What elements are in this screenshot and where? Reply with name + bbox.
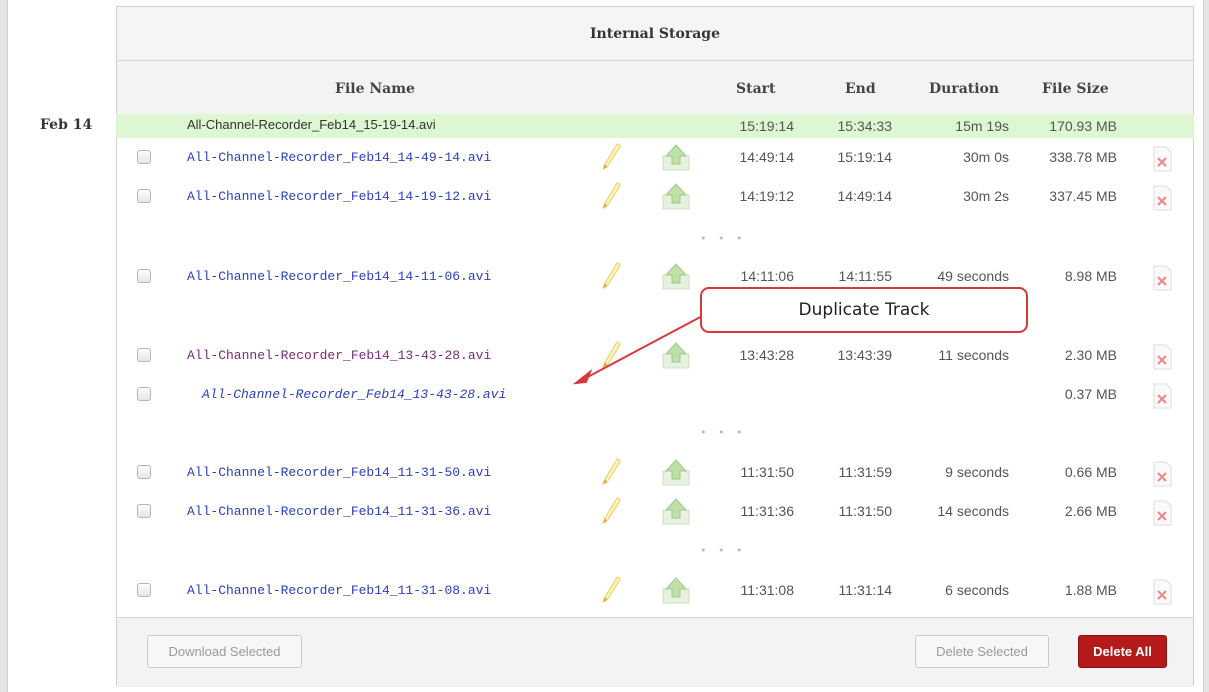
table-row: All-Channel-Recorder_Feb14_11-31-08.avi … (116, 575, 1194, 606)
delete-file-icon[interactable] (1150, 184, 1174, 212)
file-size: 2.30 MB (1064, 347, 1117, 363)
gap-ellipsis: • • • (700, 426, 747, 439)
file-name-link[interactable]: All-Channel-Recorder_Feb14_14-19-12.avi (187, 189, 491, 204)
delete-file-icon[interactable] (1150, 343, 1174, 371)
column-header-start[interactable]: Start (736, 81, 776, 97)
table-row: All-Channel-Recorder_Feb14_14-11-06.avi … (116, 261, 1194, 292)
table-row: All-Channel-Recorder_Feb14_11-31-50.avi … (116, 457, 1194, 488)
start-time: 11:31:08 (740, 582, 794, 598)
pencil-icon[interactable] (600, 340, 624, 368)
gap-ellipsis: • • • (700, 232, 747, 245)
table-row: All-Channel-Recorder_Feb14_11-31-36.avi … (116, 496, 1194, 527)
row-checkbox[interactable] (137, 387, 151, 401)
upload-arrow-icon[interactable] (661, 262, 691, 290)
delete-file-icon[interactable] (1150, 382, 1174, 410)
delete-file-icon[interactable] (1150, 264, 1174, 292)
duration: 49 seconds (937, 268, 1009, 284)
column-header-row: File Name Start End Duration File Size (117, 61, 1193, 116)
duration: 15m 19s (955, 118, 1009, 134)
file-name-link[interactable]: All-Channel-Recorder_Feb14_14-49-14.avi (187, 150, 491, 165)
file-size: 8.98 MB (1064, 268, 1117, 284)
table-row: All-Channel-Recorder_Feb14_13-43-28.avi … (116, 340, 1194, 371)
end-time: 13:43:39 (837, 347, 893, 363)
end-time: 11:31:59 (838, 464, 892, 480)
upload-arrow-icon[interactable] (661, 182, 691, 210)
file-size: 170.93 MB (1049, 118, 1117, 134)
row-checkbox[interactable] (137, 150, 151, 164)
pencil-icon[interactable] (600, 181, 624, 209)
delete-selected-button[interactable]: Delete Selected (915, 635, 1049, 668)
duration: 9 seconds (945, 464, 1009, 480)
end-time: 15:19:14 (837, 149, 893, 165)
file-name-link[interactable]: All-Channel-Recorder_Feb14_14-11-06.avi (187, 269, 491, 284)
row-checkbox[interactable] (137, 465, 151, 479)
gap-ellipsis: • • • (700, 544, 747, 557)
row-checkbox[interactable] (137, 583, 151, 597)
pencil-icon[interactable] (600, 575, 624, 603)
file-name-link[interactable]: All-Channel-Recorder_Feb14_13-43-28.avi (187, 348, 491, 363)
file-name-link[interactable]: All-Channel-Recorder_Feb14_11-31-08.avi (187, 583, 491, 598)
window-frame-left (0, 0, 8, 692)
delete-file-icon[interactable] (1150, 145, 1174, 173)
end-time: 14:49:14 (837, 188, 893, 204)
file-size: 338.78 MB (1049, 149, 1117, 165)
file-size: 1.88 MB (1064, 582, 1117, 598)
file-size: 2.66 MB (1064, 503, 1117, 519)
pencil-icon[interactable] (600, 457, 624, 485)
upload-arrow-icon[interactable] (661, 458, 691, 486)
duration: 6 seconds (945, 582, 1009, 598)
column-header-duration[interactable]: Duration (929, 81, 999, 97)
window-frame-right (1203, 0, 1209, 692)
table-row: All-Channel-Recorder_Feb14_14-19-12.avi … (116, 181, 1194, 212)
start-time: 14:11:06 (740, 268, 794, 284)
delete-file-icon[interactable] (1150, 460, 1174, 488)
file-size: 337.45 MB (1049, 188, 1117, 204)
column-header-file-name[interactable]: File Name (335, 81, 415, 97)
file-name-link[interactable]: All-Channel-Recorder_Feb14_13-43-28.avi (202, 387, 506, 402)
duplicate-track-callout: Duplicate Track (700, 287, 1028, 333)
download-selected-button[interactable]: Download Selected (147, 635, 302, 668)
file-name-text: All-Channel-Recorder_Feb14_15-19-14.avi (187, 117, 436, 132)
end-time: 11:31:14 (838, 582, 892, 598)
start-time: 11:31:50 (740, 464, 794, 480)
file-size: 0.66 MB (1064, 464, 1117, 480)
end-time: 11:31:50 (838, 503, 892, 519)
row-checkbox[interactable] (137, 189, 151, 203)
panel-footer: Download Selected Delete Selected Delete… (117, 617, 1193, 687)
start-time: 11:31:36 (740, 503, 794, 519)
table-row: All-Channel-Recorder_Feb14_14-49-14.avi … (116, 142, 1194, 173)
file-size: 0.37 MB (1064, 386, 1117, 402)
table-row: All-Channel-Recorder_Feb14_15-19-14.avi … (116, 114, 1194, 138)
start-time: 14:19:12 (739, 188, 795, 204)
file-name-link[interactable]: All-Channel-Recorder_Feb14_11-31-36.avi (187, 504, 491, 519)
delete-file-icon[interactable] (1150, 578, 1174, 606)
row-checkbox[interactable] (137, 269, 151, 283)
start-time: 14:49:14 (739, 149, 795, 165)
start-time: 13:43:28 (739, 347, 795, 363)
table-row: All-Channel-Recorder_Feb14_13-43-28.avi … (116, 382, 1194, 410)
date-group-label: Feb 14 (40, 117, 93, 133)
delete-file-icon[interactable] (1150, 499, 1174, 527)
upload-arrow-icon[interactable] (661, 341, 691, 369)
upload-arrow-icon[interactable] (661, 497, 691, 525)
file-name-link[interactable]: All-Channel-Recorder_Feb14_11-31-50.avi (187, 465, 491, 480)
pencil-icon[interactable] (600, 142, 624, 170)
upload-arrow-icon[interactable] (661, 143, 691, 171)
row-checkbox[interactable] (137, 348, 151, 362)
delete-all-button[interactable]: Delete All (1078, 635, 1167, 668)
panel-title: Internal Storage (117, 7, 1193, 61)
pencil-icon[interactable] (600, 496, 624, 524)
column-header-file-size[interactable]: File Size (1042, 81, 1109, 97)
end-time: 14:11:55 (838, 268, 892, 284)
duration: 14 seconds (937, 503, 1009, 519)
duration: 30m 2s (963, 188, 1009, 204)
duration: 30m 0s (963, 149, 1009, 165)
upload-arrow-icon[interactable] (661, 576, 691, 604)
duration: 11 seconds (938, 347, 1009, 363)
pencil-icon[interactable] (600, 261, 624, 289)
start-time: 15:19:14 (739, 118, 795, 134)
end-time: 15:34:33 (837, 118, 893, 134)
row-checkbox[interactable] (137, 504, 151, 518)
column-header-end[interactable]: End (845, 81, 876, 97)
